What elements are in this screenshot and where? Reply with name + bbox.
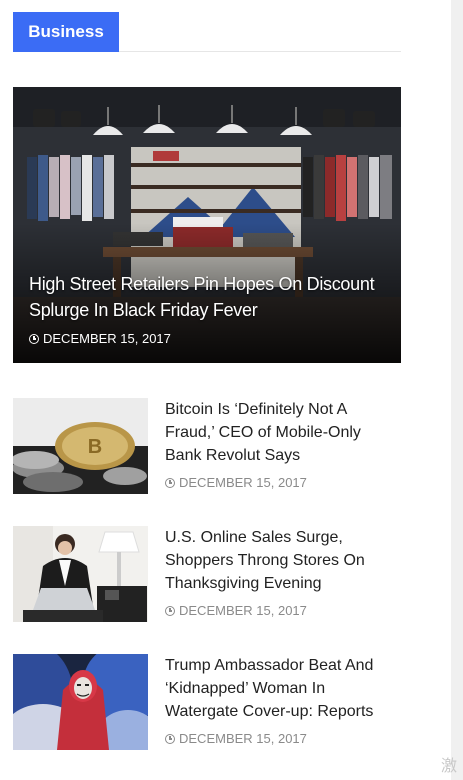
featured-post-date: DECEMBER 15, 2017 (43, 331, 171, 346)
post-title[interactable]: U.S. Online Sales Surge, Shoppers Throng… (165, 526, 397, 595)
post-meta: DECEMBER 15, 2017 (165, 603, 307, 618)
watermark-text: 激 (441, 758, 458, 775)
list-item: B Bitcoin Is ‘Definitely Not A Fraud,’ C… (13, 398, 401, 496)
post-date: DECEMBER 15, 2017 (179, 603, 307, 618)
featured-post-title[interactable]: High Street Retailers Pin Hopes On Disco… (29, 271, 383, 323)
clock-icon (165, 733, 175, 744)
featured-post-meta: DECEMBER 15, 2017 (29, 331, 171, 346)
post-thumbnail[interactable]: B (13, 398, 148, 494)
post-date: DECEMBER 15, 2017 (179, 731, 307, 746)
section-header: Business (13, 12, 401, 52)
scrollbar-track[interactable] (451, 0, 463, 780)
woman-laptop-photo (13, 526, 148, 622)
post-meta: DECEMBER 15, 2017 (165, 475, 307, 490)
section-tab-business[interactable]: Business (13, 12, 119, 52)
featured-post[interactable]: High Street Retailers Pin Hopes On Disco… (13, 87, 401, 363)
post-thumbnail[interactable] (13, 654, 148, 750)
post-date: DECEMBER 15, 2017 (179, 475, 307, 490)
svg-text:B: B (88, 436, 102, 458)
masked-person-smoke-photo (13, 654, 148, 750)
clock-icon (165, 605, 175, 616)
clock-icon (165, 477, 175, 488)
post-meta: DECEMBER 15, 2017 (165, 731, 307, 746)
post-title[interactable]: Bitcoin Is ‘Definitely Not A Fraud,’ CEO… (165, 398, 397, 467)
clock-icon (29, 333, 39, 344)
list-item: U.S. Online Sales Surge, Shoppers Throng… (13, 526, 401, 624)
post-thumbnail[interactable] (13, 526, 148, 622)
bitcoin-coins-photo: B (13, 398, 148, 494)
post-title[interactable]: Trump Ambassador Beat And ‘Kidnapped’ Wo… (165, 654, 397, 723)
list-item: Trump Ambassador Beat And ‘Kidnapped’ Wo… (13, 654, 401, 752)
